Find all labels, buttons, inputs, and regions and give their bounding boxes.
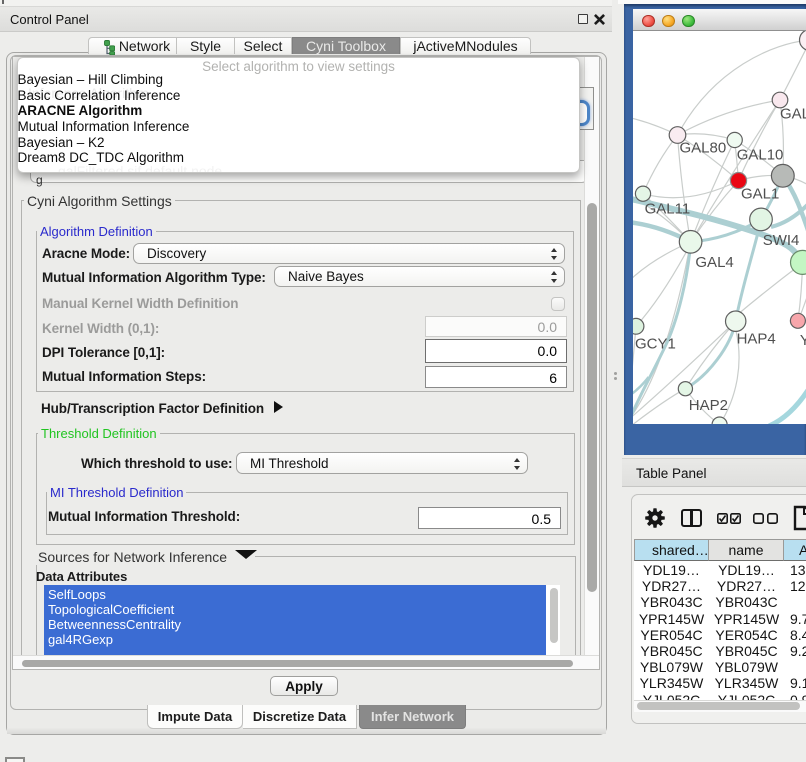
svg-text:GAL2: GAL2 bbox=[780, 106, 806, 123]
svg-text:HAP4: HAP4 bbox=[737, 331, 776, 348]
svg-text:GAL11: GAL11 bbox=[645, 200, 691, 217]
svg-text:HAP2: HAP2 bbox=[689, 397, 728, 414]
svg-text:GCY1: GCY1 bbox=[635, 335, 676, 352]
svg-text:SWI4: SWI4 bbox=[763, 232, 800, 249]
svg-text:GAL4: GAL4 bbox=[695, 254, 733, 271]
svg-text:GAL10: GAL10 bbox=[737, 147, 784, 164]
svg-text:GAL1: GAL1 bbox=[741, 186, 779, 203]
svg-text:GAL80: GAL80 bbox=[680, 140, 727, 157]
svg-text:YJ: YJ bbox=[800, 332, 806, 349]
